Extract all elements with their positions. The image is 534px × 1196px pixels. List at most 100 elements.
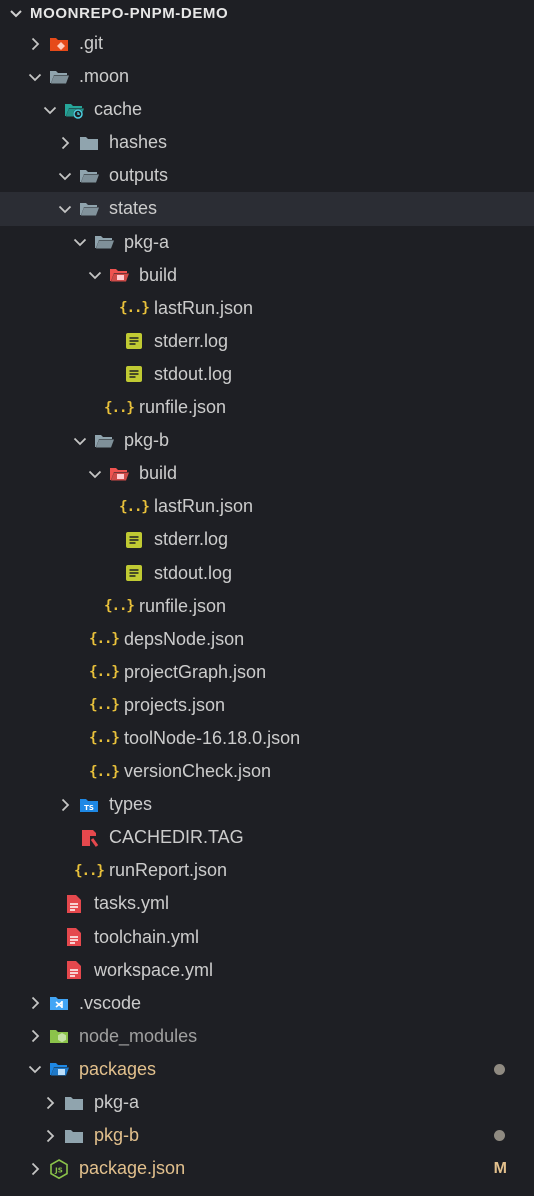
chevron-down-icon — [41, 101, 59, 119]
modified-badge: M — [493, 1160, 507, 1178]
tree-row-versioncheck[interactable]: {..} versionCheck.json — [0, 755, 534, 788]
tag-file-icon — [78, 827, 100, 849]
chevron-right-icon — [56, 134, 74, 152]
chevron-down-icon — [56, 200, 74, 218]
folder-open-icon — [78, 198, 100, 220]
tree-row-node-modules[interactable]: node_modules — [0, 1020, 534, 1053]
tree-item-label: .moon — [79, 66, 130, 87]
tree-item-label: packages — [79, 1058, 157, 1079]
tree-row-stdout-a[interactable]: stdout.log — [0, 358, 534, 391]
tree-item-label: pkg-a — [94, 1092, 140, 1112]
tree-item-label: versionCheck.json — [124, 761, 272, 782]
tree-item-label: stderr.log — [154, 330, 229, 351]
tree-item-label: lastRun.json — [154, 297, 254, 318]
tree-row-build-b[interactable]: build — [0, 457, 534, 490]
tree-row-lastrun-a[interactable]: {..} lastRun.json — [0, 292, 534, 325]
chevron-right-icon — [41, 1127, 59, 1145]
tree-row-runreport[interactable]: {..} runReport.json — [0, 854, 534, 887]
vscode-folder-icon — [48, 992, 70, 1014]
svg-text:JS: JS — [54, 1166, 63, 1174]
git-folder-icon — [48, 33, 70, 55]
tree-item-label: outputs — [109, 165, 169, 186]
packages-folder-icon — [48, 1058, 70, 1080]
tree-row-runfile-b[interactable]: {..} runfile.json — [0, 590, 534, 623]
tree-item-label: cache — [94, 99, 143, 120]
tree-item-label: runfile.json — [139, 397, 227, 418]
explorer-header[interactable]: MOONREPO-PNPM-DEMO — [0, 0, 534, 27]
tree-row-toolnode[interactable]: {..} toolNode-16.18.0.json — [0, 722, 534, 755]
tree-row-hashes[interactable]: hashes — [0, 126, 534, 159]
tree-item-label: build — [139, 264, 178, 285]
tree-row-build-a[interactable]: build — [0, 259, 534, 292]
explorer-title: MOONREPO-PNPM-DEMO — [30, 5, 229, 22]
tree-row-projects[interactable]: {..} projects.json — [0, 689, 534, 722]
json-icon: {..} — [89, 730, 120, 747]
tree-row-tasks-yml[interactable]: tasks.yml — [0, 887, 534, 920]
tree-row-outputs[interactable]: outputs — [0, 159, 534, 192]
tree-row-moon[interactable]: .moon — [0, 60, 534, 93]
chevron-down-icon — [86, 465, 104, 483]
tree-item-label: stdout.log — [154, 562, 233, 583]
ts-folder-icon: TS — [78, 794, 100, 816]
tree-row-cachedir-tag[interactable]: CACHEDIR.TAG — [0, 821, 534, 854]
tree-item-label: CACHEDIR.TAG — [109, 827, 244, 848]
tree-row-package-json[interactable]: JS package.json M — [0, 1152, 534, 1185]
tree-item-label: pkg-a — [124, 231, 170, 252]
chevron-right-icon — [41, 1094, 59, 1112]
tree-row-stdout-b[interactable]: stdout.log — [0, 557, 534, 590]
tree-item-label: toolNode-16.18.0.json — [124, 727, 301, 748]
chevron-down-icon — [71, 233, 89, 251]
tree-row-projectgraph[interactable]: {..} projectGraph.json — [0, 656, 534, 689]
tree-item-label: types — [109, 794, 153, 815]
log-icon — [123, 330, 145, 352]
yml-icon — [63, 926, 85, 948]
tree-row-stderr-a[interactable]: stderr.log — [0, 325, 534, 358]
tree-row-types[interactable]: TS types — [0, 788, 534, 821]
folder-open-icon — [93, 231, 115, 253]
tree-row-vscode[interactable]: .vscode — [0, 987, 534, 1020]
tree-item-label: states — [109, 198, 158, 219]
tree-row-packages-pkg-b[interactable]: pkg-b — [0, 1119, 534, 1152]
tree-row-lastrun-b[interactable]: {..} lastRun.json — [0, 490, 534, 523]
tree-item-label: lastRun.json — [154, 496, 254, 517]
modified-dot-badge — [494, 1063, 505, 1075]
tree-item-label: pkg-b — [94, 1125, 140, 1146]
yml-icon — [63, 959, 85, 981]
chevron-right-icon — [26, 1027, 44, 1045]
tree-row-pkg-a-state[interactable]: pkg-a — [0, 226, 534, 259]
tree-row-packages-pkg-a[interactable]: pkg-a — [0, 1086, 534, 1119]
folder-icon — [63, 1125, 85, 1147]
tree-row-packages[interactable]: packages — [0, 1053, 534, 1086]
chevron-down-icon — [26, 68, 44, 86]
tree-item-label: stdout.log — [154, 363, 233, 384]
tree-row-pkg-b-state[interactable]: pkg-b — [0, 424, 534, 457]
chevron-right-icon — [26, 994, 44, 1012]
svg-text:TS: TS — [84, 804, 94, 812]
tree-row-runfile-a[interactable]: {..} runfile.json — [0, 391, 534, 424]
log-icon — [123, 363, 145, 385]
folder-open-icon — [93, 430, 115, 452]
modified-dot-badge — [494, 1130, 505, 1142]
chevron-down-icon — [26, 1060, 44, 1078]
tree-row-stderr-b[interactable]: stderr.log — [0, 523, 534, 556]
json-icon: {..} — [89, 697, 120, 714]
tree-row-toolchain-yml[interactable]: toolchain.yml — [0, 921, 534, 954]
json-icon: {..} — [119, 498, 150, 515]
json-icon: {..} — [74, 862, 105, 879]
tree-item-label: build — [139, 463, 178, 484]
folder-icon — [63, 1092, 85, 1114]
chevron-right-icon — [26, 35, 44, 53]
folder-open-icon — [48, 66, 70, 88]
tree-item-label: runReport.json — [109, 860, 228, 881]
tree-row-git[interactable]: .git — [0, 27, 534, 60]
chevron-down-icon — [71, 432, 89, 450]
tree-row-states[interactable]: states — [0, 192, 534, 226]
tree-item-label: projects.json — [124, 694, 226, 715]
tree-row-workspace-yml[interactable]: workspace.yml — [0, 954, 534, 987]
tree-item-label: workspace.yml — [94, 959, 214, 980]
log-icon — [123, 562, 145, 584]
tree-item-label: depsNode.json — [124, 628, 245, 649]
tree-row-depsnode[interactable]: {..} depsNode.json — [0, 623, 534, 656]
log-icon — [123, 529, 145, 551]
tree-row-cache[interactable]: cache — [0, 93, 534, 126]
